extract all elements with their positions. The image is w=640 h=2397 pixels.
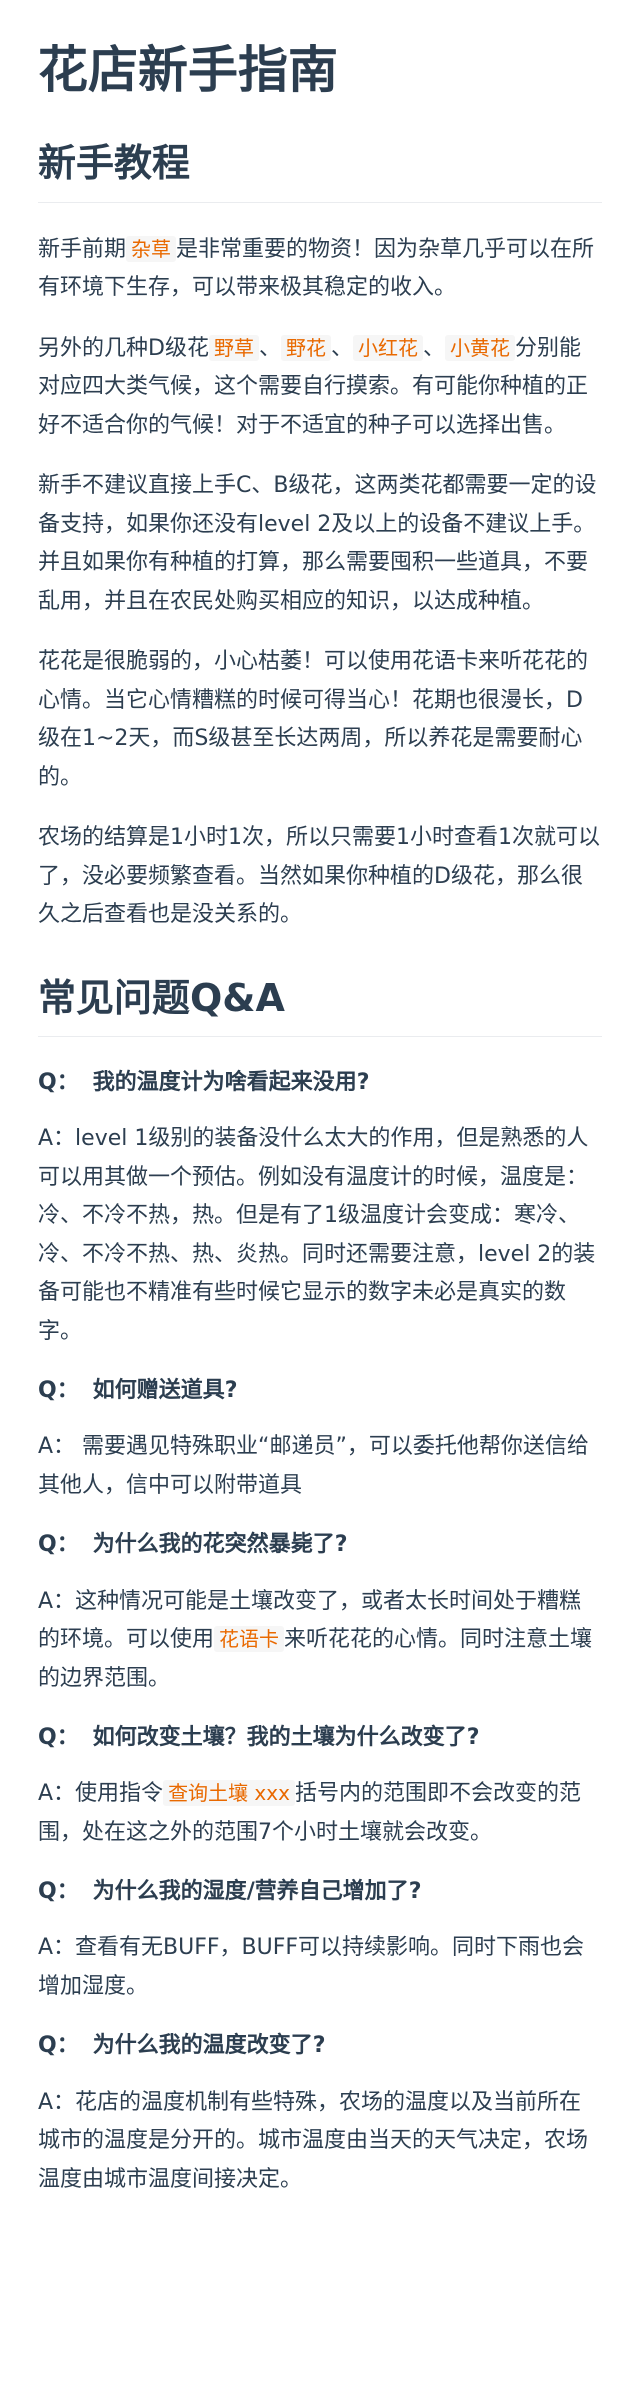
faq-answer-4: A：使用指令 查询土壤 xxx 括号内的范围即不会改变的范围，处在这之外的范围7个小…	[38, 1775, 602, 1852]
text-segment: 另外的几种D级花	[38, 335, 209, 361]
text-segment: 新手前期	[38, 236, 127, 262]
faq-answer-6: A：花店的温度机制有些特殊，农场的温度以及当前所在城市的温度是分开的。城市温度由…	[38, 2089, 589, 2192]
page: 花店新手指南 新手教程 新手前期 杂草 是非常重要的物资！因为杂草几乎可以在所有环境…	[0, 0, 640, 2199]
faq-question-6: Q： 为什么我的温度改变了?	[38, 2028, 602, 2063]
text-segment: A：使用指令	[38, 1781, 164, 1807]
tutorial-paragraph-4: 花花是很脆弱的，小心枯萎！可以使用花语卡来听花花的心情。当它心情糟糕的时候可得当…	[38, 649, 589, 790]
separator: 、	[258, 335, 281, 361]
faq-question-1: Q： 我的温度计为啥看起来没用?	[38, 1065, 602, 1100]
tutorial-paragraph-2: 另外的几种D级花 野草、野花、小红花、小黄花 分别能对应四大类气候，这个需要自行摸索…	[38, 330, 602, 446]
item-tag-weed: 杂草	[126, 235, 177, 262]
question-text: 为什么我的温度改变了?	[92, 2033, 326, 2059]
faq-question-4: Q： 如何改变土壤？我的土壤为什么改变了?	[38, 1720, 602, 1755]
faq-question-5: Q： 为什么我的湿度/营养自己增加了?	[38, 1874, 602, 1909]
separator: 、	[330, 335, 353, 361]
q-prefix: Q：	[38, 2033, 79, 2059]
question-text: 为什么我的湿度/营养自己增加了?	[92, 1879, 422, 1905]
faq-answer-5: A：查看有无BUFF，BUFF可以持续影响。同时下雨也会增加湿度。	[38, 1935, 585, 1999]
q-prefix: Q：	[38, 1879, 79, 1905]
question-text: 如何改变土壤？我的土壤为什么改变了?	[92, 1725, 480, 1751]
tutorial-paragraph-1: 新手前期 杂草 是非常重要的物资！因为杂草几乎可以在所有环境下生存，可以带来极其稳定…	[38, 231, 602, 308]
item-tag-wild-grass: 野草	[208, 334, 259, 361]
q-prefix: Q：	[38, 1378, 79, 1404]
page-title: 花店新手指南	[38, 41, 338, 99]
faq-question-3: Q： 为什么我的花突然暴毙了?	[38, 1527, 602, 1562]
tutorial-heading: 新手教程	[38, 140, 602, 203]
faq-answer-3: A：这种情况可能是土壤改变了，或者太长时间处于糟糕的环境。可以使用 花语卡 来听花花…	[38, 1583, 602, 1699]
tutorial-paragraph-5: 农场的结算是1小时1次，所以只需要1小时查看1次就可以了，没必要频繁查看。当然如…	[38, 825, 600, 927]
item-tag-wild-flower: 野花	[280, 334, 331, 361]
item-tag-yellow-flower: 小黄花	[445, 334, 515, 361]
faq-answer-2: A： 需要遇见特殊职业“邮递员”，可以委托他帮你送信给其他人，信中可以附带道具	[38, 1434, 589, 1498]
tutorial-paragraph-3: 新手不建议直接上手C、B级花，这两类花都需要一定的设备支持，如果你还没有leve…	[38, 473, 597, 614]
item-tag-red-flower: 小红花	[352, 334, 423, 361]
q-prefix: Q：	[38, 1725, 79, 1751]
item-tag-flower-language-card: 花语卡	[214, 1626, 285, 1653]
question-text: 我的温度计为啥看起来没用?	[92, 1070, 370, 1095]
separator: 、	[422, 335, 445, 361]
command-tag-query-soil: 查询土壤 xxx	[163, 1780, 295, 1807]
question-text: 为什么我的花突然暴毙了?	[92, 1532, 348, 1558]
q-prefix: Q：	[38, 1532, 79, 1558]
question-text: 如何赠送道具?	[92, 1378, 238, 1404]
faq-section: 常见问题Q&A Q： 我的温度计为啥看起来没用? A：level 1级别的装备没什…	[38, 975, 602, 2200]
q-prefix: Q：	[38, 1070, 79, 1095]
faq-answer-1: A：level 1级别的装备没什么太大的作用，但是熟悉的人可以用其做一个预估。例…	[38, 1126, 596, 1344]
faq-heading: 常见问题Q&A	[38, 975, 602, 1037]
faq-question-2: Q： 如何赠送道具?	[38, 1373, 602, 1408]
